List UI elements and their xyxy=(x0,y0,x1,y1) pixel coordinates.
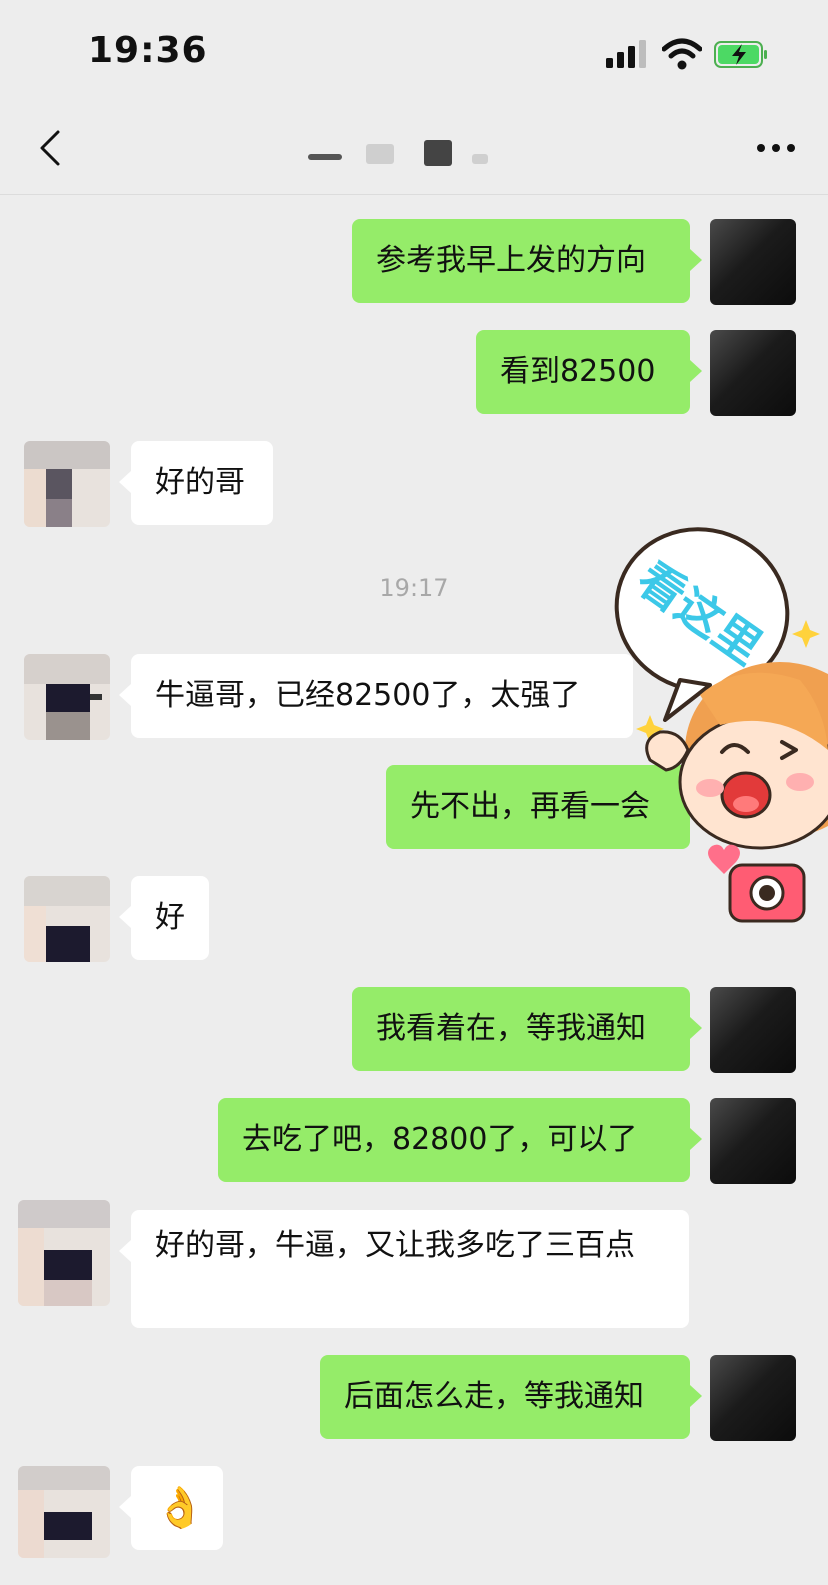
message-text: 参考我早上发的方向 xyxy=(376,243,646,278)
avatar[interactable] xyxy=(24,654,110,740)
redacted-title-block xyxy=(472,154,488,164)
avatar[interactable] xyxy=(710,1098,796,1184)
avatar[interactable] xyxy=(710,330,796,416)
avatar[interactable] xyxy=(24,441,110,527)
avatar-pixel xyxy=(46,926,90,962)
avatar-pixel xyxy=(18,1200,110,1228)
avatar-pixel xyxy=(46,684,90,712)
message-bubble-outgoing[interactable]: 我看着在，等我通知 xyxy=(352,987,702,1071)
wifi-icon xyxy=(662,38,702,70)
message-bubble-incoming[interactable]: 好 xyxy=(119,876,209,960)
ellipsis-icon[interactable] xyxy=(756,140,796,156)
avatar[interactable] xyxy=(24,876,110,962)
avatar-pixel xyxy=(24,469,46,527)
message-text: 我看着在，等我通知 xyxy=(376,1011,646,1046)
avatar-pixel xyxy=(18,1228,44,1306)
message-text: 好的哥 xyxy=(155,465,245,500)
avatar-pixel xyxy=(24,654,110,684)
message-bubble-outgoing[interactable]: 看到82500 xyxy=(476,330,702,414)
avatar[interactable] xyxy=(710,219,796,305)
message-bubble-outgoing[interactable]: 后面怎么走，等我通知 xyxy=(320,1355,702,1439)
message-text: 牛逼哥，已经82500了，太强了 xyxy=(155,678,581,713)
avatar-pixel xyxy=(24,906,46,962)
avatar-pixel xyxy=(24,876,110,906)
message-text: 好 xyxy=(155,900,185,935)
girl-sticker: 看这里 xyxy=(614,527,828,923)
avatar-pixel xyxy=(90,694,102,700)
signal-icon xyxy=(606,40,646,68)
message-bubble-outgoing[interactable]: 去吃了吧，82800了，可以了 xyxy=(218,1098,702,1182)
status-time: 19:36 xyxy=(88,30,208,71)
avatar-pixel xyxy=(46,469,72,499)
chat-title xyxy=(300,140,540,166)
avatar[interactable] xyxy=(18,1466,110,1558)
message-bubble-incoming[interactable]: 👌 xyxy=(119,1466,223,1550)
message-text: 去吃了吧，82800了，可以了 xyxy=(242,1122,638,1157)
status-bar: 19:36 xyxy=(0,0,828,100)
avatar-pixel xyxy=(44,1512,92,1540)
chat-header xyxy=(0,100,828,195)
avatar-pixel xyxy=(46,712,90,740)
redacted-title-block xyxy=(424,140,452,166)
message-bubble-incoming[interactable]: 牛逼哥，已经82500了，太强了 xyxy=(119,654,633,738)
avatar-pixel xyxy=(24,441,110,469)
message-text: 看到82500 xyxy=(500,354,656,389)
avatar[interactable] xyxy=(710,1355,796,1441)
chevron-left-icon[interactable] xyxy=(36,128,64,168)
avatar-pixel xyxy=(18,1466,110,1490)
message-bubble-outgoing[interactable]: 参考我早上发的方向 xyxy=(352,219,702,303)
avatar-pixel xyxy=(44,1250,92,1280)
avatar[interactable] xyxy=(710,987,796,1073)
message-bubble-incoming[interactable]: 好的哥，牛逼，又让我多吃了三百点 xyxy=(119,1210,689,1328)
message-text: 后面怎么走，等我通知 xyxy=(344,1379,644,1414)
avatar-pixel xyxy=(44,1280,92,1306)
avatar[interactable] xyxy=(18,1200,110,1306)
ok-hand-emoji: 👌 xyxy=(155,1485,205,1531)
message-text: 好的哥，牛逼，又让我多吃了三百点 xyxy=(155,1228,635,1263)
avatar-pixel xyxy=(46,499,72,527)
battery-charging-icon xyxy=(714,41,767,68)
avatar-pixel xyxy=(18,1490,44,1558)
message-bubble-incoming[interactable]: 好的哥 xyxy=(119,441,273,525)
redacted-title-block xyxy=(308,154,342,160)
redacted-title-block xyxy=(366,144,394,164)
